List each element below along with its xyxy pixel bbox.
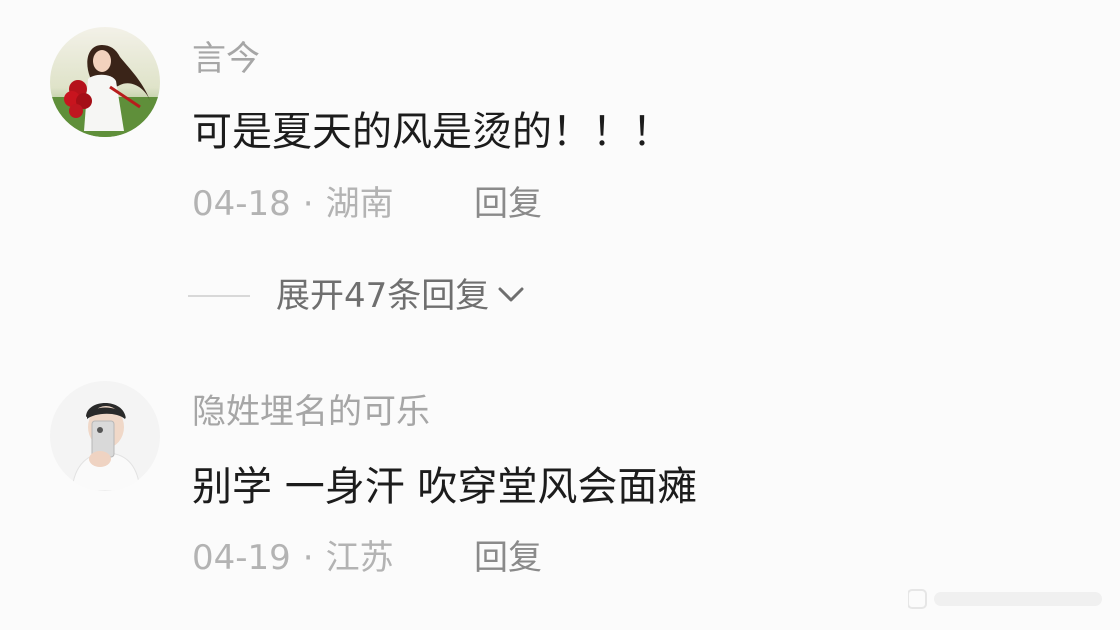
- watermark-logo: [907, 584, 1108, 614]
- avatar-image: [50, 381, 160, 491]
- comment-meta: 04-19 · 江苏: [192, 541, 394, 575]
- comment-date: 04-19: [192, 538, 291, 578]
- meta-separator: ·: [302, 184, 314, 224]
- avatar-image: [50, 27, 160, 137]
- comment-list: 言今 可是夏天的风是烫的！！！ 04-18 · 湖南 回复 展开47条回复 隐姓…: [0, 0, 1120, 630]
- comment-location: 江苏: [325, 538, 394, 578]
- comment-date: 04-18: [192, 184, 291, 224]
- comment-text: 可是夏天的风是烫的！！！: [192, 109, 672, 155]
- meta-separator: ·: [302, 538, 314, 578]
- reply-button[interactable]: 回复: [474, 187, 542, 221]
- chevron-down-icon: [495, 282, 527, 310]
- comment-meta: 04-18 · 湖南: [192, 187, 394, 221]
- username[interactable]: 隐姓埋名的可乐: [192, 395, 430, 429]
- avatar[interactable]: [50, 27, 160, 137]
- avatar[interactable]: [50, 381, 160, 491]
- comment-location: 湖南: [325, 184, 394, 224]
- reply-button[interactable]: 回复: [474, 541, 542, 575]
- comment-text: 别学 一身汗 吹穿堂风会面瘫: [192, 464, 698, 510]
- expand-replies-button[interactable]: 展开47条回复: [188, 276, 527, 316]
- expand-replies-label: 展开47条回复: [276, 276, 490, 316]
- divider-line: [188, 295, 250, 297]
- username[interactable]: 言今: [192, 42, 260, 76]
